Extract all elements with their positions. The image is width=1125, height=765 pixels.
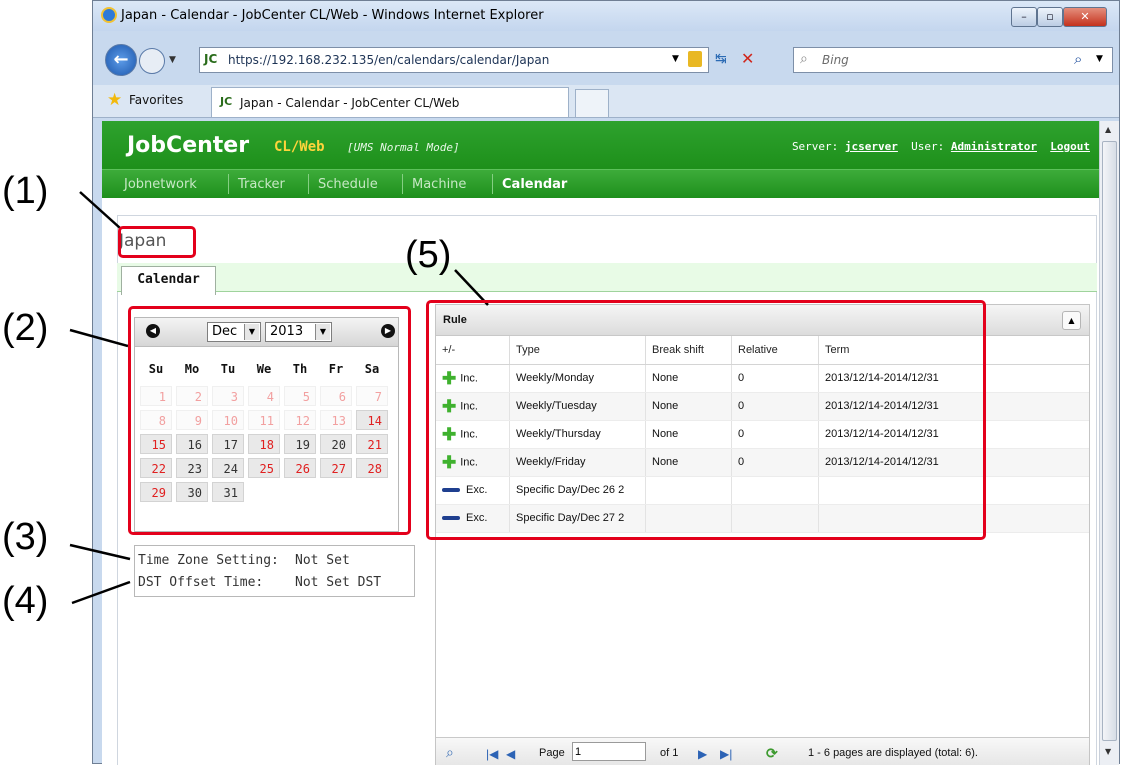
refresh-icon[interactable]: ⟳ [766, 745, 778, 762]
title-bar: Japan - Calendar - JobCenter CL/Web - Wi… [93, 1, 1119, 31]
favorites-star-icon[interactable]: ★ [107, 90, 122, 110]
scroll-up-icon[interactable]: ▲ [1105, 125, 1111, 134]
url-text: https://192.168.232.135/en/calendars/cal… [228, 53, 550, 67]
scroll-thumb[interactable] [1102, 141, 1117, 741]
menu-calendar[interactable]: Calendar [502, 177, 567, 192]
callout-1: (1) [2, 170, 49, 212]
dst-value: Not Set DST [295, 575, 382, 590]
callout-4: (4) [2, 580, 49, 622]
close-button[interactable]: ✕ [1063, 7, 1107, 27]
ie-logo-icon [101, 7, 117, 23]
logout-link[interactable]: Logout [1050, 140, 1090, 153]
callout-3: (3) [2, 516, 49, 558]
minimize-button[interactable]: – [1011, 7, 1037, 27]
mode-label: [UMS Normal Mode] [347, 141, 460, 154]
scroll-down-icon[interactable]: ▼ [1105, 747, 1111, 756]
app-header: JobCenter CL/Web [UMS Normal Mode] Serve… [102, 121, 1100, 198]
tab-title: Japan - Calendar - JobCenter CL/Web [240, 96, 460, 110]
tab-calendar[interactable]: Calendar [121, 266, 216, 295]
address-bar[interactable]: JC https://192.168.232.135/en/calendars/… [199, 47, 709, 73]
next-page-icon[interactable]: ▶ [698, 747, 707, 761]
new-tab-button[interactable] [575, 89, 609, 117]
menu-tracker[interactable]: Tracker [238, 177, 285, 192]
maximize-button[interactable]: ▫ [1037, 7, 1063, 27]
history-dropdown-icon[interactable]: ▼ [169, 55, 176, 65]
page-label: Page [539, 747, 565, 759]
search-icon[interactable]: ⌕ [1074, 50, 1082, 68]
back-button[interactable]: ← [105, 44, 137, 76]
pager-status: 1 - 6 pages are displayed (total: 6). [808, 747, 978, 759]
menu-schedule[interactable]: Schedule [318, 177, 378, 192]
site-logo-icon: JC [204, 52, 218, 66]
pager-bar: ⌕ |◀ ◀ Page of 1 ▶ ▶| ⟳ 1 - 6 pages are … [436, 737, 1089, 765]
search-icon[interactable]: ⌕ [446, 744, 454, 761]
server-label: Server: [791, 140, 839, 153]
search-dropdown-icon[interactable]: ▼ [1096, 54, 1103, 64]
tab-strip [117, 263, 1097, 292]
brand-subtitle: CL/Web [274, 139, 325, 155]
tab-site-icon: JC [220, 95, 233, 108]
last-page-icon[interactable]: ▶| [720, 747, 732, 761]
refresh-icon[interactable]: ↹ [715, 51, 727, 67]
page-total: of 1 [660, 747, 679, 759]
first-page-icon[interactable]: |◀ [486, 747, 498, 761]
brand-logo: JobCenter [127, 133, 250, 158]
menu-separator [402, 174, 403, 194]
browser-tab[interactable]: JC Japan - Calendar - JobCenter CL/Web [211, 87, 569, 117]
url-dropdown-icon[interactable]: ▼ [672, 54, 679, 64]
search-engine-icon: ⌕ [800, 51, 808, 67]
menu-machine[interactable]: Machine [412, 177, 466, 192]
search-placeholder: Bing [822, 53, 849, 67]
prev-page-icon[interactable]: ◀ [506, 747, 515, 761]
user-link[interactable]: Administrator [951, 140, 1037, 153]
forward-button[interactable] [139, 48, 165, 74]
user-label: User: [911, 140, 945, 153]
tz-value: Not Set [295, 553, 350, 568]
callout-2: (2) [2, 307, 49, 349]
menu-jobnetwork[interactable]: Jobnetwork [124, 177, 197, 192]
menu-separator [308, 174, 309, 194]
main-menu: Jobnetwork Tracker Schedule Machine Cale… [102, 169, 1100, 198]
page-input[interactable] [572, 742, 646, 761]
search-box[interactable]: ⌕ Bing ⌕ ▼ [793, 47, 1113, 73]
favorites-label[interactable]: Favorites [129, 93, 183, 107]
highlight-rule-grid [426, 300, 986, 540]
server-info: Server: jcserver User: Administrator Log… [792, 140, 1090, 153]
server-link[interactable]: jcserver [845, 140, 898, 153]
highlight-calendar [128, 306, 411, 535]
menu-separator [228, 174, 229, 194]
vertical-scrollbar[interactable]: ▲ ▼ [1099, 121, 1119, 765]
lock-icon[interactable] [688, 51, 702, 67]
dst-label: DST Offset Time: [138, 575, 264, 590]
window-title: Japan - Calendar - JobCenter CL/Web - Wi… [121, 8, 544, 23]
callout-5: (5) [405, 234, 452, 276]
timezone-info: Time Zone Setting: Not Set DST Offset Ti… [134, 545, 415, 597]
stop-icon[interactable]: ✕ [741, 49, 754, 68]
highlight-page-title [118, 226, 196, 258]
menu-separator [492, 174, 493, 194]
collapse-icon[interactable]: ▲ [1062, 311, 1081, 330]
tz-label: Time Zone Setting: [138, 553, 279, 568]
